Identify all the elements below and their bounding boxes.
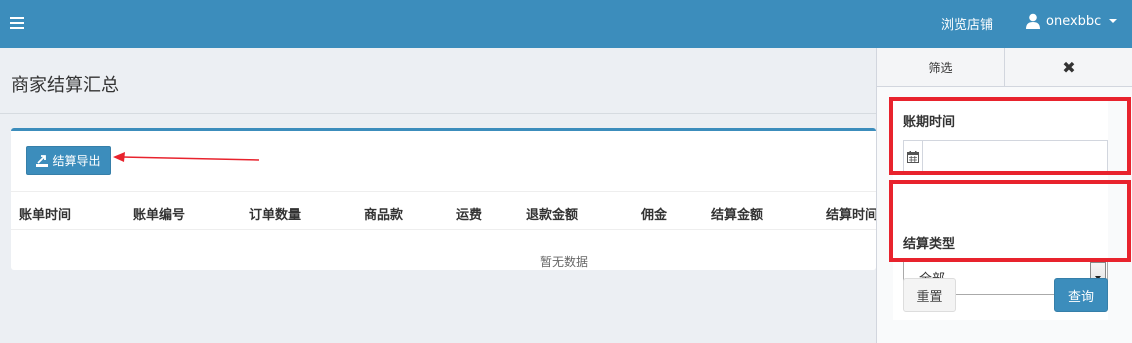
- column-header[interactable]: 退款金额: [526, 204, 578, 223]
- content-header: 商家结算汇总: [0, 48, 876, 114]
- reset-button[interactable]: 重置: [903, 278, 956, 312]
- filter-panel: 筛选 ✖ 账期时间 结算类型 全部 重置 查询: [876, 48, 1132, 343]
- highlight-box-type: [889, 180, 1131, 262]
- column-header[interactable]: 运费: [456, 204, 482, 223]
- column-header[interactable]: 结算时间: [826, 204, 878, 223]
- column-header[interactable]: 佣金: [641, 204, 667, 223]
- browse-store-link[interactable]: 浏览店铺: [941, 14, 993, 33]
- chevron-down-icon: [1109, 19, 1118, 23]
- page-title: 商家结算汇总: [11, 75, 119, 96]
- highlight-box-period: [889, 97, 1131, 175]
- hamburger-icon[interactable]: [10, 14, 24, 32]
- column-header[interactable]: 订单数量: [249, 204, 301, 223]
- annotation-arrow: [113, 152, 260, 162]
- export-button-label: 结算导出: [52, 154, 101, 168]
- export-button[interactable]: 结算导出: [26, 146, 111, 175]
- panel-tabs: 筛选 ✖: [877, 48, 1132, 87]
- query-button[interactable]: 查询: [1054, 278, 1108, 312]
- username: onexbbc: [1046, 13, 1102, 29]
- user-menu[interactable]: onexbbc: [1026, 13, 1118, 29]
- top-navbar: 浏览店铺 onexbbc: [0, 0, 1132, 48]
- tab-filter[interactable]: 筛选: [877, 48, 1005, 87]
- main-box: 结算导出 账单时间 账单编号 订单数量 商品款 运费 退款金额 佣金 结算金额 …: [11, 128, 878, 270]
- column-header[interactable]: 商品款: [364, 204, 403, 223]
- close-icon[interactable]: ✖: [1005, 48, 1132, 87]
- export-icon: [36, 154, 49, 167]
- user-icon: [1026, 13, 1040, 29]
- column-header[interactable]: 账单编号: [133, 204, 185, 223]
- column-header[interactable]: 账单时间: [19, 204, 71, 223]
- column-header[interactable]: 结算金额: [711, 204, 763, 223]
- table-header: 账单时间 账单编号 订单数量 商品款 运费 退款金额 佣金 结算金额 结算时间: [11, 191, 878, 230]
